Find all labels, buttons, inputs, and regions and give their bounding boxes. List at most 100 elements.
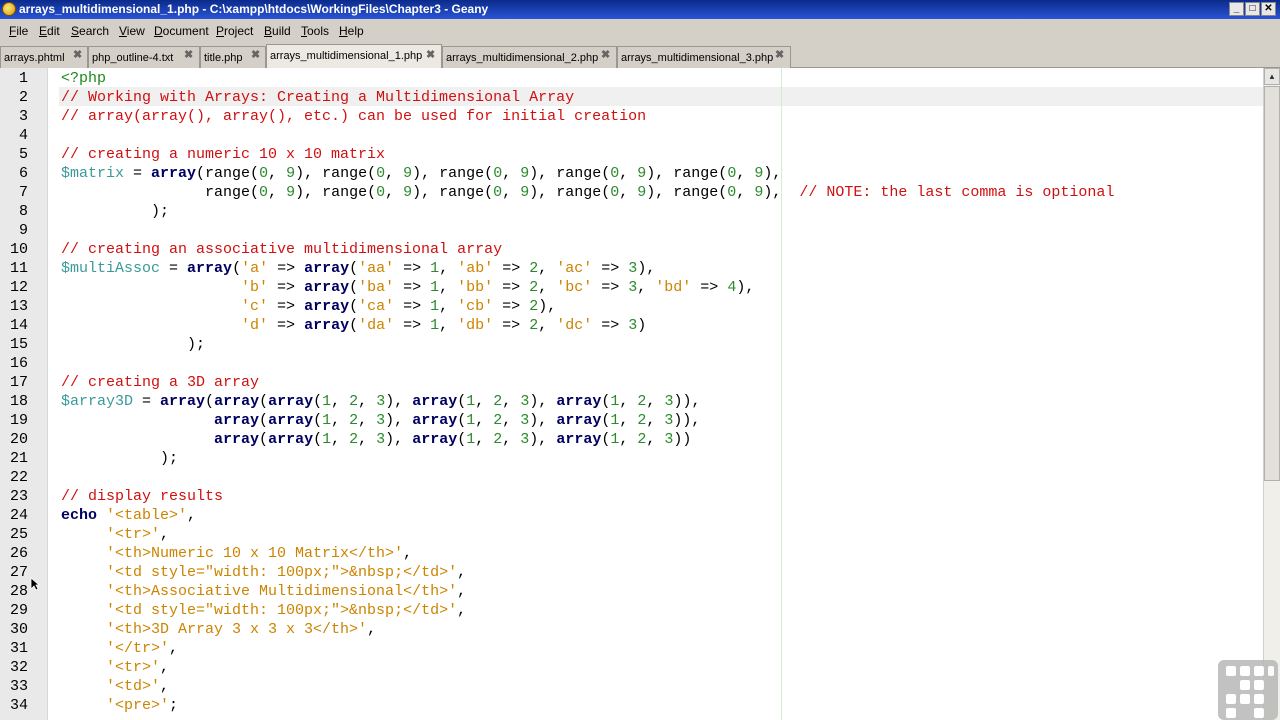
menu-project[interactable]: Project: [216, 24, 253, 38]
fold-margin[interactable]: [47, 68, 59, 720]
line-number: 8: [18, 203, 28, 220]
code-token: ,: [457, 602, 467, 619]
line-number: 17: [9, 374, 28, 391]
tab-arrays-phtml[interactable]: arrays.phtml ✖: [0, 46, 88, 68]
close-button[interactable]: ✕: [1261, 2, 1276, 16]
code-token: =>: [394, 298, 431, 315]
code-line[interactable]: '<td>',: [61, 677, 169, 696]
code-line[interactable]: $multiAssoc = array('a' => array('aa' =>…: [61, 259, 655, 278]
code-token: (: [259, 393, 269, 410]
menu-help[interactable]: Help: [339, 24, 364, 38]
line-number: 21: [9, 450, 28, 467]
maximize-button[interactable]: □: [1245, 2, 1260, 16]
code-line[interactable]: echo '<table>',: [61, 506, 196, 525]
line-number: 32: [9, 659, 28, 676]
code-editor[interactable]: 1 2 3 4 5 6 7 8 9 10 11 12 13 14 15 16 17 18 19 20 21 22 23 24 2…: [0, 68, 1280, 720]
geany-icon[interactable]: [2, 2, 16, 16]
code-line[interactable]: '<tr>',: [61, 658, 169, 677]
code-token: ,: [646, 393, 665, 410]
code-token: =>: [493, 260, 530, 277]
menu-view[interactable]: View: [119, 24, 145, 38]
tab-arrays-multidimensional-1[interactable]: arrays_multidimensional_1.php ✖: [266, 44, 442, 68]
code-line[interactable]: // creating a numeric 10 x 10 matrix: [61, 145, 385, 164]
code-token: (: [349, 298, 359, 315]
code-token: ,: [358, 431, 377, 448]
menu-search[interactable]: Search: [71, 24, 109, 38]
code-line[interactable]: // creating an associative multidimensio…: [61, 240, 502, 259]
code-line[interactable]: );: [61, 449, 178, 468]
line-number: 15: [9, 336, 28, 353]
code-token: 2: [349, 431, 359, 448]
close-icon[interactable]: ✖: [184, 50, 195, 61]
code-line[interactable]: <?php: [61, 69, 106, 88]
code-line[interactable]: '<th>3D Array 3 x 3 x 3</th>',: [61, 620, 376, 639]
menu-file[interactable]: File: [9, 24, 28, 38]
code-line[interactable]: range(0, 9), range(0, 9), range(0, 9), r…: [61, 183, 1114, 202]
minimize-button[interactable]: _: [1229, 2, 1244, 16]
code-token: '<th>Associative Multidimensional</th>': [106, 583, 458, 600]
code-token: =>: [592, 317, 629, 334]
tab-php-outline[interactable]: php_outline-4.txt ✖: [88, 46, 200, 68]
close-icon[interactable]: ✖: [426, 50, 437, 61]
code-token: ,: [502, 165, 521, 182]
code-token: array: [304, 317, 350, 334]
code-token: '<tr>': [106, 659, 161, 676]
code-line[interactable]: $array3D = array(array(array(1, 2, 3), a…: [61, 392, 700, 411]
code-token: ),: [529, 412, 557, 429]
code-line[interactable]: '<td style="width: 100px;">&nbsp;</td>',: [61, 601, 466, 620]
close-icon[interactable]: ✖: [73, 50, 84, 61]
vertical-scrollbar[interactable]: ▲: [1263, 68, 1280, 720]
code-token: (: [601, 431, 611, 448]
code-line[interactable]: '<pre>';: [61, 696, 178, 715]
code-token: // array(array(), array(), etc.) can be …: [61, 108, 647, 125]
code-line[interactable]: );: [61, 202, 169, 221]
code-token: 3: [628, 260, 638, 277]
line-number: 29: [9, 602, 28, 619]
code-token: $matrix: [61, 165, 125, 182]
code-token: 2: [529, 317, 539, 334]
code-line[interactable]: 'c' => array('ca' => 1, 'cb' => 2),: [61, 297, 556, 316]
menu-tools[interactable]: Tools: [301, 24, 329, 38]
code-line[interactable]: 'd' => array('da' => 1, 'db' => 2, 'dc' …: [61, 316, 646, 335]
tab-arrays-multidimensional-3[interactable]: arrays_multidimensional_3.php ✖: [617, 46, 791, 68]
code-line[interactable]: // Working with Arrays: Creating a Multi…: [61, 88, 574, 107]
close-icon[interactable]: ✖: [601, 50, 612, 61]
close-icon[interactable]: ✖: [775, 50, 786, 61]
title-bar: arrays_multidimensional_1.php - C:\xampp…: [0, 0, 1280, 19]
scroll-up-arrow-icon[interactable]: ▲: [1264, 68, 1280, 85]
line-number: 31: [9, 640, 28, 657]
code-line[interactable]: // creating a 3D array: [61, 373, 259, 392]
close-icon[interactable]: ✖: [251, 50, 262, 61]
code-token: ): [637, 317, 647, 334]
code-line[interactable]: // array(array(), array(), etc.) can be …: [61, 107, 646, 126]
code-token: 0: [493, 165, 503, 182]
line-number: 12: [9, 279, 28, 296]
code-line[interactable]: '<th>Numeric 10 x 10 Matrix</th>',: [61, 544, 412, 563]
code-token: 3: [628, 317, 638, 334]
code-token: 3: [520, 412, 530, 429]
code-line[interactable]: array(array(1, 2, 3), array(1, 2, 3), ar…: [61, 411, 700, 430]
code-token: ,: [268, 184, 287, 201]
code-token: ,: [403, 545, 413, 562]
scrollbar-thumb[interactable]: [1264, 86, 1280, 481]
code-token: ,: [457, 583, 467, 600]
code-line[interactable]: '<tr>',: [61, 525, 169, 544]
menu-edit[interactable]: Edit: [39, 24, 60, 38]
line-number: 11: [9, 260, 28, 277]
tab-arrays-multidimensional-2[interactable]: arrays_multidimensional_2.php ✖: [442, 46, 617, 68]
code-token: 'a': [241, 260, 269, 277]
code-token: =>: [592, 279, 629, 296]
code-line[interactable]: array(array(1, 2, 3), array(1, 2, 3), ar…: [61, 430, 691, 449]
menu-build[interactable]: Build: [264, 24, 291, 38]
code-line[interactable]: '<th>Associative Multidimensional</th>',: [61, 582, 466, 601]
code-line[interactable]: '</tr>',: [61, 639, 178, 658]
code-line[interactable]: 'b' => array('ba' => 1, 'bb' => 2, 'bc' …: [61, 278, 754, 297]
code-line[interactable]: $matrix = array(range(0, 9), range(0, 9)…: [61, 164, 781, 183]
code-line[interactable]: '<td style="width: 100px;">&nbsp;</td>',: [61, 563, 466, 582]
menu-document[interactable]: Document: [154, 24, 209, 38]
code-token: 'bd': [655, 279, 692, 296]
code-line[interactable]: );: [61, 335, 205, 354]
code-line[interactable]: // display results: [61, 487, 223, 506]
tab-title-php[interactable]: title.php ✖: [200, 46, 266, 68]
